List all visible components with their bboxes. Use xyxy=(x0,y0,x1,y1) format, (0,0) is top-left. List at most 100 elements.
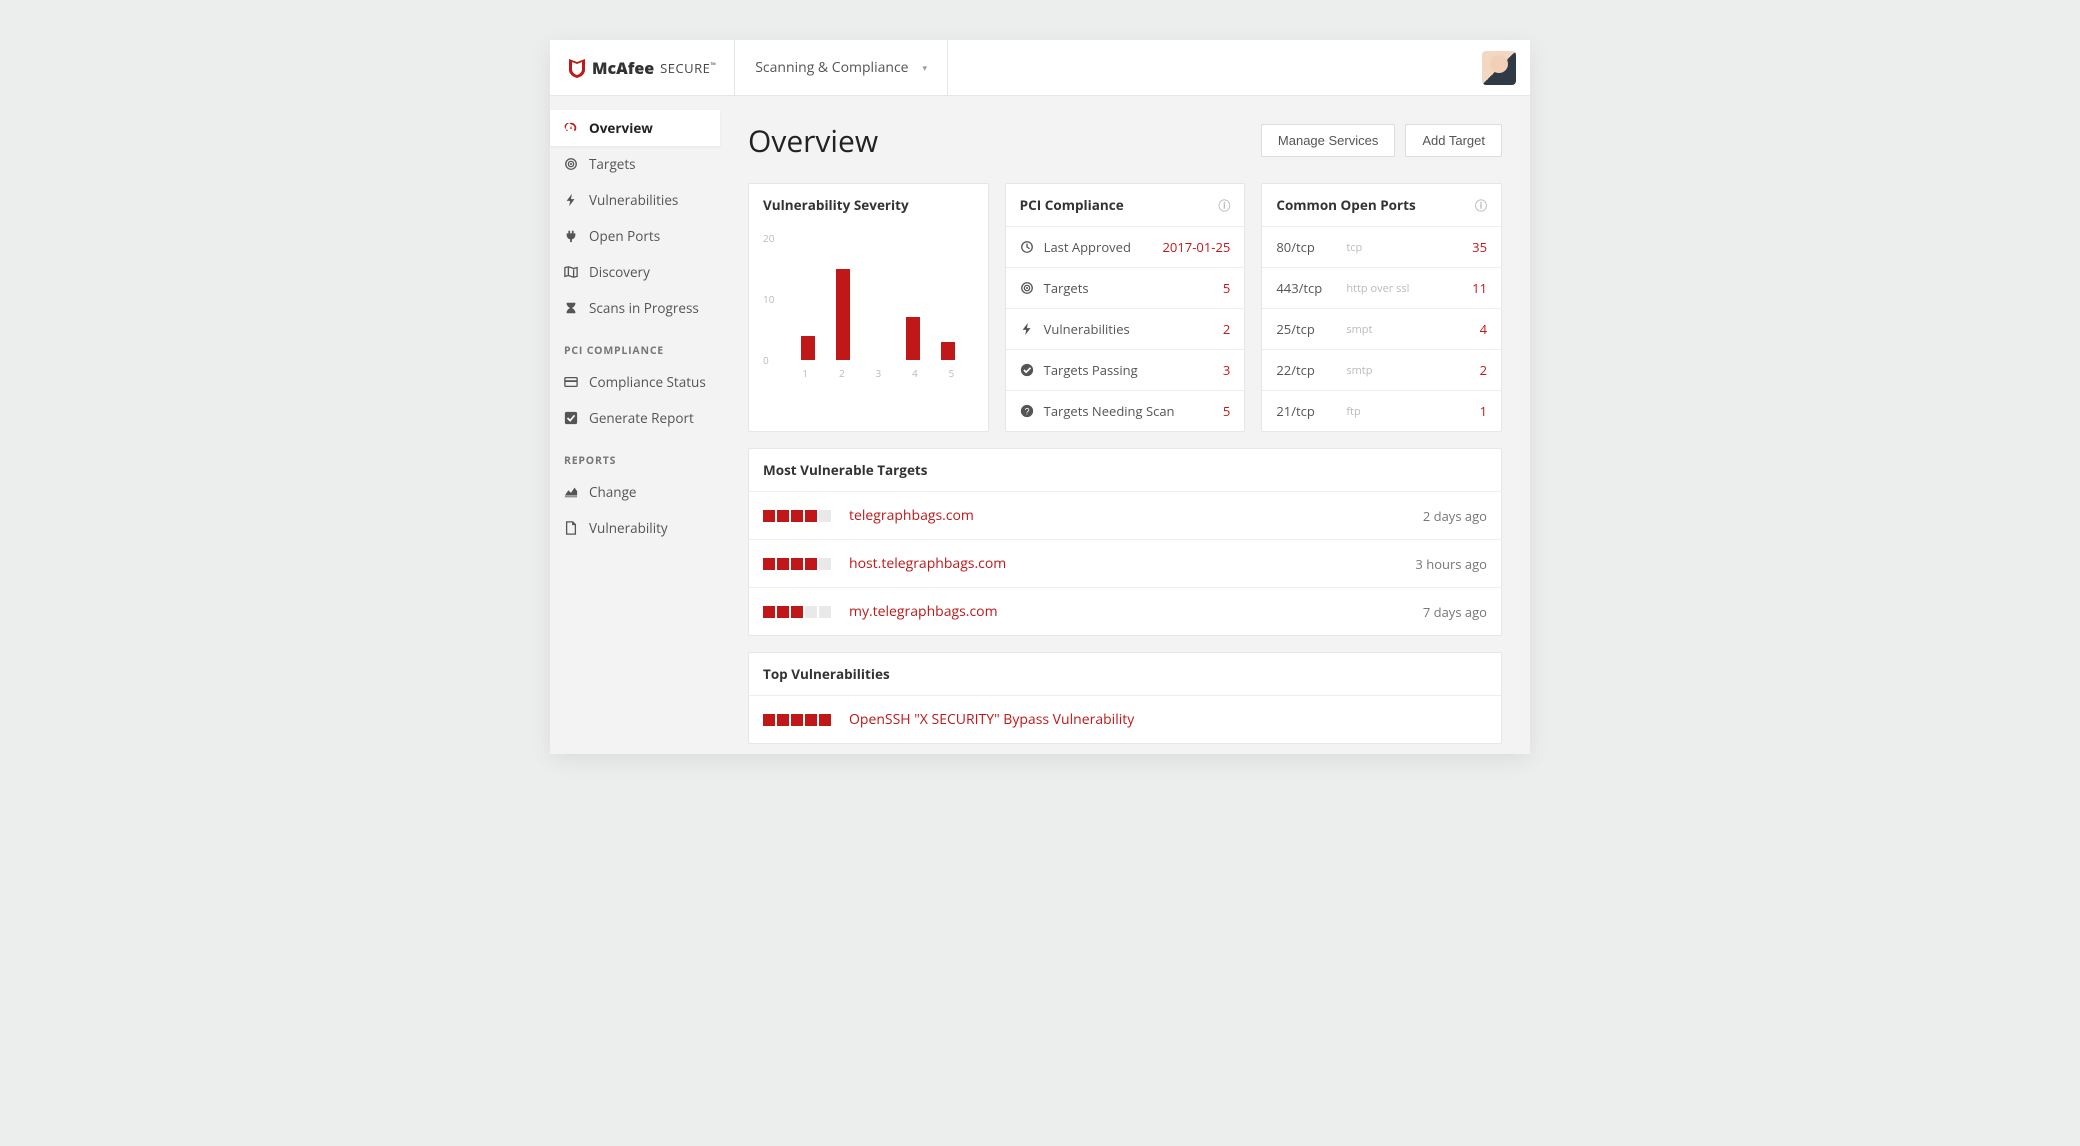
chart-bar xyxy=(801,336,815,360)
sidebar-item-scans-in-progress[interactable]: Scans in Progress xyxy=(550,290,720,326)
brand-secure: SECURE xyxy=(660,59,710,77)
sidebar-item-label: Change xyxy=(589,483,636,501)
sidebar-item-label: Vulnerabilities xyxy=(589,191,678,209)
severity-bar xyxy=(763,510,831,522)
target-icon xyxy=(1020,281,1034,295)
port-name: 25/tcp xyxy=(1276,320,1332,338)
port-protocol: ftp xyxy=(1346,404,1360,419)
port-count: 4 xyxy=(1480,320,1487,338)
chart-bar xyxy=(836,269,850,361)
chart-xtick: 3 xyxy=(871,366,885,380)
sidebar-item-vulnerabilities[interactable]: Vulnerabilities xyxy=(550,182,720,218)
sidebar-item-label: Discovery xyxy=(589,263,650,281)
chart-xtick: 2 xyxy=(835,366,849,380)
chart-area-icon xyxy=(564,485,578,499)
target-row[interactable]: host.telegraphbags.com3 hours ago xyxy=(749,539,1501,587)
pci-row[interactable]: Targets 5 xyxy=(1006,267,1245,308)
pci-row-value: 2017-01-25 xyxy=(1163,238,1231,256)
target-name: my.telegraphbags.com xyxy=(849,602,998,621)
nav-dropdown-label: Scanning & Compliance xyxy=(755,58,908,77)
port-row[interactable]: 21/tcpftp1 xyxy=(1262,390,1501,431)
sidebar-item-compliance-status[interactable]: Compliance Status xyxy=(550,364,720,400)
port-count: 35 xyxy=(1472,238,1487,256)
sidebar-item-targets[interactable]: Targets xyxy=(550,146,720,182)
clock-icon xyxy=(1020,240,1034,254)
chart-xtick: 1 xyxy=(798,366,812,380)
pci-row-value: 3 xyxy=(1223,361,1230,379)
check-icon xyxy=(1020,363,1034,377)
topbar-spacer xyxy=(948,40,1468,95)
sidebar-item-generate-report[interactable]: Generate Report xyxy=(550,400,720,436)
sidebar-item-label: Generate Report xyxy=(589,409,694,427)
card-severity: Vulnerability Severity 12345 01020 xyxy=(748,183,989,432)
pci-row-label: Targets Needing Scan xyxy=(1044,402,1175,420)
card-ports-title: Common Open Ports xyxy=(1276,196,1415,214)
pci-row[interactable]: ?Targets Needing Scan5 xyxy=(1006,390,1245,431)
pci-row[interactable]: Vulnerabilities 2 xyxy=(1006,308,1245,349)
sidebar-item-change[interactable]: Change xyxy=(550,474,720,510)
sidebar-item-label: Open Ports xyxy=(589,227,660,245)
sidebar-item-vulnerability[interactable]: Vulnerability xyxy=(550,510,720,546)
sidebar-item-label: Targets xyxy=(589,155,636,173)
file-icon xyxy=(564,521,578,535)
target-name: telegraphbags.com xyxy=(849,506,974,525)
info-icon[interactable]: ⓘ xyxy=(1475,197,1487,214)
info-icon[interactable]: ⓘ xyxy=(1218,197,1230,214)
gauge-icon xyxy=(564,121,578,135)
brand-name: McAfee xyxy=(592,57,654,79)
port-row[interactable]: 80/tcptcp35 xyxy=(1262,226,1501,267)
pci-row-label: Targets xyxy=(1044,279,1089,297)
sidebar: Overview Targets Vulnerabilities Open Ports… xyxy=(550,96,720,754)
pci-row-value: 5 xyxy=(1223,402,1230,420)
pci-row-value: 2 xyxy=(1223,320,1230,338)
port-name: 443/tcp xyxy=(1276,279,1332,297)
pci-row-value: 5 xyxy=(1223,279,1230,297)
pci-row-label: Last Approved xyxy=(1044,238,1131,256)
sidebar-item-open-ports[interactable]: Open Ports xyxy=(550,218,720,254)
port-row[interactable]: 22/tcpsmtp2 xyxy=(1262,349,1501,390)
port-name: 21/tcp xyxy=(1276,402,1332,420)
port-row[interactable]: 25/tcp smpt 4 xyxy=(1262,308,1501,349)
chart-bar xyxy=(906,317,920,360)
port-protocol: smtp xyxy=(1346,363,1372,378)
sidebar-item-label: Compliance Status xyxy=(589,373,706,391)
card-top-vulns: Top Vulnerabilities OpenSSH "X SECURITY"… xyxy=(748,652,1502,744)
map-icon xyxy=(564,265,578,279)
check-box-icon xyxy=(564,411,578,425)
port-row[interactable]: 443/tcphttp over ssl11 xyxy=(1262,267,1501,308)
pci-row[interactable]: Last Approved 2017-01-25 xyxy=(1006,226,1245,267)
sidebar-item-label: Overview xyxy=(589,119,653,137)
plug-icon xyxy=(564,229,578,243)
pci-row[interactable]: Targets Passing3 xyxy=(1006,349,1245,390)
app-window: McAfee SECURE™ Scanning & Compliance ▾ O… xyxy=(550,40,1530,754)
user-avatar[interactable] xyxy=(1482,51,1516,85)
chart-xtick: 4 xyxy=(908,366,922,380)
port-protocol: smpt xyxy=(1346,322,1372,337)
main-content: Overview Manage Services Add Target Vuln… xyxy=(720,96,1530,754)
pci-row-label: Vulnerabilities xyxy=(1044,320,1130,338)
add-target-button[interactable]: Add Target xyxy=(1405,124,1502,157)
card-top-vulns-title: Top Vulnerabilities xyxy=(763,665,890,683)
severity-chart: 12345 01020 xyxy=(757,232,980,382)
target-name: host.telegraphbags.com xyxy=(849,554,1006,573)
sidebar-item-discovery[interactable]: Discovery xyxy=(550,254,720,290)
port-name: 22/tcp xyxy=(1276,361,1332,379)
sidebar-section-pci: PCI COMPLIANCE xyxy=(550,326,720,364)
brand-tm: ™ xyxy=(710,61,716,70)
card-vuln-targets-title: Most Vulnerable Targets xyxy=(763,461,928,479)
vulnerability-name: OpenSSH "X SECURITY" Bypass Vulnerabilit… xyxy=(849,710,1134,729)
nav-dropdown[interactable]: Scanning & Compliance ▾ xyxy=(735,40,948,95)
port-name: 80/tcp xyxy=(1276,238,1332,256)
target-row[interactable]: my.telegraphbags.com7 days ago xyxy=(749,587,1501,635)
vulnerability-row[interactable]: OpenSSH "X SECURITY" Bypass Vulnerabilit… xyxy=(749,695,1501,743)
brand-logo[interactable]: McAfee SECURE™ xyxy=(550,40,735,95)
card-severity-title: Vulnerability Severity xyxy=(763,196,909,214)
severity-bar xyxy=(763,714,831,726)
manage-services-button[interactable]: Manage Services xyxy=(1261,124,1395,157)
target-row[interactable]: telegraphbags.com2 days ago xyxy=(749,491,1501,539)
bolt-icon xyxy=(564,193,578,207)
card-ports: Common Open Ports ⓘ 80/tcptcp35443/tcpht… xyxy=(1261,183,1502,432)
sidebar-item-overview[interactable]: Overview xyxy=(550,110,720,146)
mcafee-shield-icon xyxy=(568,58,586,78)
chart-ytick: 20 xyxy=(763,231,774,245)
